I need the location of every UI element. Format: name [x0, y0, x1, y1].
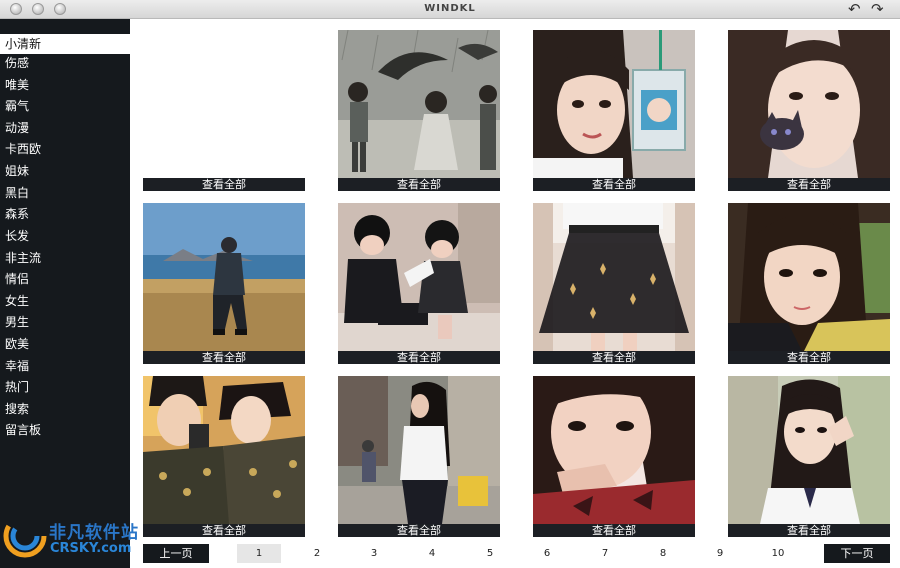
sidebar-item-category[interactable]: 卡西欧	[0, 139, 130, 159]
category-sidebar: 小清新 伤感 唯美 霸气 动漫 卡西欧 姐妹 黑白 森系 长发 非主流 情侣 女…	[0, 19, 130, 568]
gallery-tile[interactable]: 查看全部	[533, 203, 695, 364]
page-number-2[interactable]: 2	[295, 544, 339, 563]
sidebar-item-category[interactable]: 黑白	[0, 183, 130, 203]
sidebar-item-category[interactable]: 幸福	[0, 356, 130, 376]
sidebar-item-category[interactable]: 非主流	[0, 248, 130, 268]
gallery-tile[interactable]: 查看全部	[338, 376, 500, 537]
sidebar-item-category[interactable]: 动漫	[0, 118, 130, 138]
gallery-tile[interactable]: 查看全部	[143, 376, 305, 537]
view-all-button[interactable]: 查看全部	[338, 351, 500, 364]
sidebar-item-category[interactable]: 森系	[0, 204, 130, 224]
sidebar-item-category[interactable]: 长发	[0, 226, 130, 246]
view-all-button[interactable]: 查看全部	[533, 351, 695, 364]
two-kids-photo[interactable]	[338, 203, 500, 351]
sidebar-item-category[interactable]: 留言板	[0, 420, 130, 440]
street-girl-photo[interactable]	[338, 376, 500, 524]
watermark-en-text: CRSKY.com	[50, 541, 132, 556]
page-number-10[interactable]: 10	[756, 544, 800, 563]
next-page-button[interactable]: 下一页	[824, 544, 890, 563]
page-number-1[interactable]: 1	[237, 544, 281, 563]
view-all-button[interactable]: 查看全部	[533, 178, 695, 191]
page-number-6[interactable]: 6	[525, 544, 569, 563]
crsky-logo-icon	[3, 514, 47, 558]
crsky-watermark: 非凡软件站 CRSKY.com	[0, 510, 140, 566]
page-number-3[interactable]: 3	[352, 544, 396, 563]
view-all-button[interactable]: 查看全部	[533, 524, 695, 537]
girl-with-cat-photo[interactable]	[728, 30, 890, 178]
sidebar-item-category[interactable]: 欧美	[0, 334, 130, 354]
gallery-tile[interactable]: 查看全部	[338, 30, 500, 191]
gallery-tile[interactable]: 查看全部	[728, 203, 890, 364]
view-all-button[interactable]: 查看全部	[728, 178, 890, 191]
gallery-tile[interactable]: 查看全部	[533, 376, 695, 537]
view-all-button[interactable]: 查看全部	[143, 351, 305, 364]
sidebar-item-category[interactable]: 姐妹	[0, 161, 130, 181]
window-title: WINDKL	[424, 3, 476, 14]
page-number-5[interactable]: 5	[468, 544, 512, 563]
sidebar-item-category[interactable]: 霸气	[0, 96, 130, 116]
view-all-button[interactable]: 查看全部	[143, 524, 305, 537]
gallery-tile[interactable]: 查看全部	[728, 376, 890, 537]
sidebar-item-category[interactable]: 唯美	[0, 75, 130, 95]
rain-umbrella-children-photo[interactable]	[338, 30, 500, 178]
title-bar: WINDKL ↶ ↷	[0, 0, 900, 19]
girl-with-drink-photo[interactable]	[533, 30, 695, 178]
view-all-button[interactable]: 查看全部	[338, 178, 500, 191]
prev-page-button[interactable]: 上一页	[143, 544, 209, 563]
view-all-button[interactable]: 查看全部	[728, 524, 890, 537]
sidebar-item-category[interactable]: 伤感	[0, 53, 130, 73]
couple-selfie-photo[interactable]	[143, 376, 305, 524]
gallery-tile[interactable]: 查看全部	[143, 203, 305, 364]
view-all-button[interactable]: 查看全部	[143, 178, 305, 191]
gallery-tile[interactable]: 查看全部	[533, 30, 695, 191]
gallery-tile[interactable]: 查看全部	[338, 203, 500, 364]
page-number-9[interactable]: 9	[698, 544, 742, 563]
sidebar-item-category[interactable]: 搜索	[0, 399, 130, 419]
tulle-skirt-photo[interactable]	[533, 203, 695, 351]
page-number-4[interactable]: 4	[410, 544, 454, 563]
sidebar-item-category[interactable]: 男生	[0, 312, 130, 332]
gallery-tile[interactable]: 查看全部	[728, 30, 890, 191]
view-all-button[interactable]: 查看全部	[728, 351, 890, 364]
gallery-tile-empty: 查看全部	[143, 30, 305, 191]
undo-icon[interactable]: ↶	[848, 1, 861, 17]
redo-icon[interactable]: ↷	[871, 1, 884, 17]
schoolgirl-photo[interactable]	[728, 376, 890, 524]
sidebar-item-category[interactable]: 情侣	[0, 269, 130, 289]
view-all-button[interactable]: 查看全部	[338, 524, 500, 537]
girl-portrait-photo[interactable]	[728, 203, 890, 351]
girl-closeup-photo[interactable]	[533, 376, 695, 524]
page-number-8[interactable]: 8	[641, 544, 685, 563]
seaside-sitting-photo[interactable]	[143, 203, 305, 351]
watermark-cn-text: 非凡软件站	[49, 523, 139, 543]
sidebar-item-category[interactable]: 女生	[0, 291, 130, 311]
sidebar-item-category[interactable]: 小清新	[0, 34, 130, 54]
page-number-7[interactable]: 7	[583, 544, 627, 563]
sidebar-item-category[interactable]: 热门	[0, 377, 130, 397]
